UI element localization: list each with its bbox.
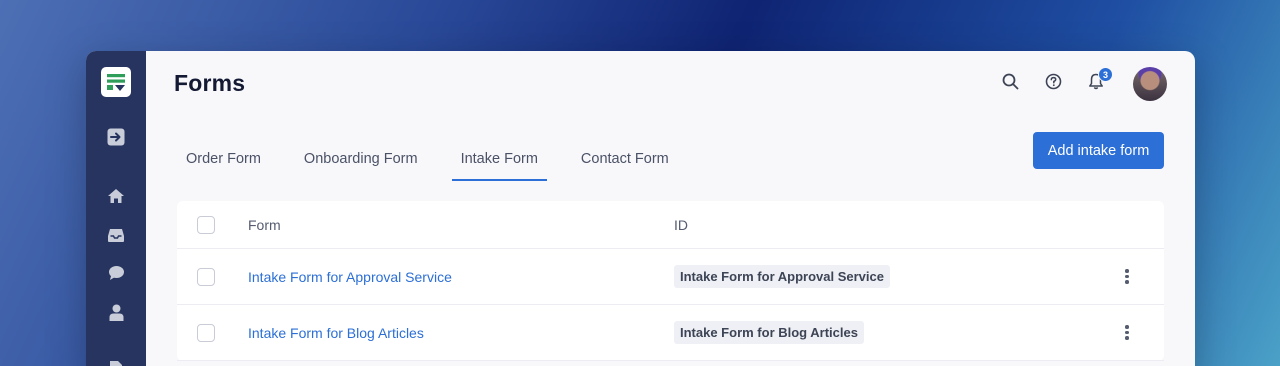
app-window: Forms 3 Order Form Onboarding Form Intak…: [86, 51, 1195, 366]
header-actions: 3: [978, 67, 1167, 101]
form-id-tag: Intake Form for Blog Articles: [674, 321, 864, 344]
row-checkbox[interactable]: [197, 267, 215, 286]
forms-table: Form ID Intake Form for Approval Service…: [177, 201, 1164, 361]
home-icon[interactable]: [106, 186, 126, 206]
tab-contact-form[interactable]: Contact Form: [572, 135, 678, 179]
tab-onboarding-form[interactable]: Onboarding Form: [295, 135, 427, 179]
main-content: Forms 3 Order Form Onboarding Form Intak…: [146, 51, 1195, 366]
chat-icon[interactable]: [106, 263, 126, 283]
form-link[interactable]: Intake Form for Approval Service: [248, 269, 452, 285]
column-header-form: Form: [248, 216, 281, 233]
sidebar: [86, 51, 146, 366]
row-checkbox[interactable]: [197, 323, 215, 342]
tab-intake-form[interactable]: Intake Form: [451, 135, 548, 181]
more-options-icon[interactable]: [1122, 268, 1132, 286]
form-id-tag: Intake Form for Approval Service: [674, 265, 890, 288]
notifications-button[interactable]: 3: [1085, 67, 1113, 95]
more-options-icon[interactable]: [1122, 324, 1132, 342]
table-header: Form ID: [177, 201, 1164, 249]
document-icon[interactable]: [106, 358, 126, 366]
avatar[interactable]: [1133, 67, 1167, 101]
column-header-id: ID: [674, 216, 688, 233]
select-all-checkbox[interactable]: [197, 215, 215, 234]
help-button[interactable]: [1042, 73, 1064, 95]
form-link[interactable]: Intake Form for Blog Articles: [248, 325, 424, 341]
logo-icon[interactable]: [101, 67, 131, 97]
inbox-icon[interactable]: [106, 225, 126, 245]
add-intake-form-button[interactable]: Add intake form: [1033, 132, 1164, 169]
page-title: Forms: [174, 70, 246, 96]
table-row: Intake Form for Blog Articles Intake For…: [177, 305, 1164, 361]
search-button[interactable]: [999, 73, 1021, 95]
help-icon: [1045, 73, 1062, 95]
notification-badge: 3: [1098, 67, 1113, 82]
expand-sidebar-icon[interactable]: [106, 127, 126, 147]
table-row: Intake Form for Approval Service Intake …: [177, 249, 1164, 305]
user-icon[interactable]: [106, 302, 126, 322]
form-tabs: Order Form Onboarding Form Intake Form C…: [177, 135, 703, 181]
tab-order-form[interactable]: Order Form: [177, 135, 270, 179]
search-icon: [1002, 73, 1019, 95]
